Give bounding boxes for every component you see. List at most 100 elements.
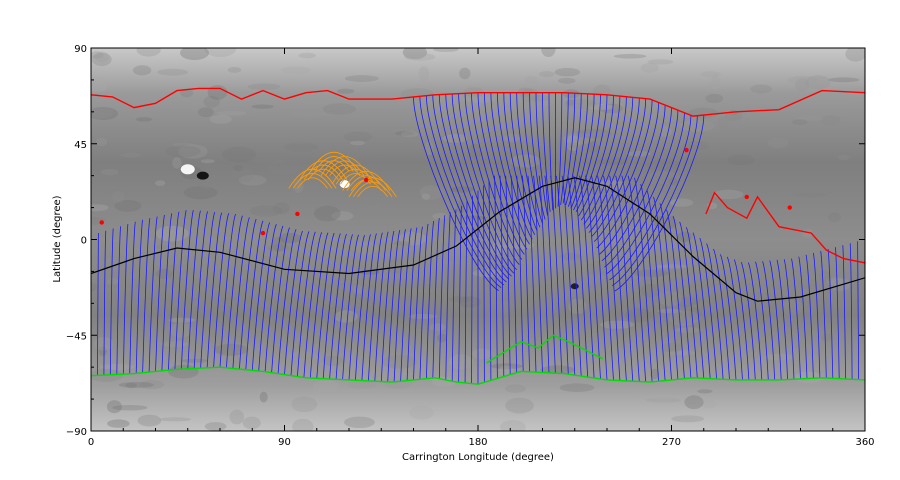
texture-spot	[505, 384, 526, 393]
texture-spot	[472, 348, 492, 360]
x-axis-label: Carrington Longitude (degree)	[402, 452, 554, 463]
texture-spot	[273, 202, 290, 214]
texture-spot	[566, 99, 575, 106]
x-tick-label: 360	[855, 437, 874, 448]
texture-spot	[504, 133, 520, 143]
texture-spot	[530, 94, 550, 102]
texture-spot	[291, 396, 318, 413]
texture-spot	[91, 204, 109, 212]
texture-spot	[242, 416, 261, 430]
texture-spot	[711, 74, 720, 91]
texture-spot	[155, 180, 166, 187]
active-region-negative	[196, 171, 209, 180]
y-tick-label: 90	[74, 44, 87, 55]
texture-spot	[313, 205, 341, 222]
active-region-positive	[180, 164, 195, 175]
synoptic-map-chart: 0 90 180 270 360 −90 −45 0 45 90 Carrington Longi…	[52, 44, 875, 463]
texture-spot	[404, 53, 436, 61]
texture-spot	[408, 313, 438, 319]
texture-spot	[541, 48, 556, 57]
x-tick-label: 180	[468, 437, 487, 448]
texture-spot	[684, 395, 704, 410]
texture-spot	[391, 221, 426, 235]
texture-spot	[409, 405, 434, 420]
texture-spot	[347, 381, 377, 389]
texture-spot	[259, 391, 268, 403]
texture-spot	[688, 149, 723, 156]
texture-spot	[845, 48, 865, 62]
texture-spot	[791, 119, 808, 126]
texture-spot	[437, 333, 447, 343]
y-tick-label: −90	[66, 427, 87, 438]
texture-spot	[713, 189, 744, 200]
texture-spot	[247, 83, 281, 91]
texture-spot	[135, 117, 153, 122]
texture-spot	[280, 66, 311, 74]
texture-spot	[337, 88, 355, 94]
texture-spot	[287, 351, 318, 362]
texture-spot	[767, 137, 789, 149]
texture-spot	[91, 52, 112, 67]
texture-spot	[233, 165, 243, 172]
texture-spot	[668, 350, 696, 356]
texture-spot	[554, 67, 581, 77]
texture-spot	[344, 75, 379, 82]
y-axis-label: Latitude (degree)	[52, 195, 63, 282]
texture-spot	[312, 380, 340, 393]
texture-spot	[198, 107, 214, 117]
positive-polarity-spot	[295, 211, 300, 217]
texture-spot	[221, 146, 257, 163]
texture-spot	[368, 204, 380, 212]
texture-spot	[165, 145, 201, 158]
texture-spot	[284, 142, 318, 152]
texture-spot	[111, 191, 125, 203]
texture-spot	[429, 323, 446, 332]
texture-spot	[764, 353, 794, 361]
texture-spot	[227, 67, 242, 73]
texture-spot	[559, 383, 595, 393]
positive-polarity-spot	[744, 194, 749, 200]
texture-spot	[290, 108, 327, 119]
texture-spot	[787, 76, 818, 85]
texture-spot	[459, 67, 471, 80]
texture-spot	[828, 212, 841, 223]
texture-spot	[750, 84, 772, 94]
texture-spot	[132, 65, 152, 76]
texture-spot	[107, 419, 130, 428]
texture-spot	[106, 400, 122, 414]
texture-spot	[524, 75, 538, 86]
x-tick-label: 90	[278, 437, 291, 448]
texture-spot	[705, 93, 724, 104]
texture-spot	[298, 52, 316, 59]
texture-spot	[204, 422, 227, 431]
texture-spot	[432, 212, 448, 220]
texture-spot	[702, 400, 717, 409]
texture-spot	[106, 277, 119, 285]
positive-polarity-spot	[260, 230, 266, 236]
texture-spot	[613, 53, 647, 59]
texture-spot	[160, 341, 190, 348]
texture-spot	[165, 308, 179, 314]
y-tick-label: 45	[74, 140, 87, 151]
texture-spot	[688, 107, 719, 119]
texture-spot	[251, 104, 274, 109]
texture-spot	[576, 128, 612, 139]
texture-spot	[99, 257, 128, 271]
texture-spot	[120, 152, 143, 158]
texture-spot	[674, 327, 703, 333]
texture-spot	[640, 283, 660, 298]
texture-spot	[393, 241, 411, 246]
texture-spot	[350, 140, 365, 146]
texture-spot	[381, 355, 418, 369]
texture-spot	[400, 131, 419, 138]
texture-spot	[500, 420, 526, 431]
texture-spot	[505, 397, 534, 414]
texture-spot	[91, 107, 114, 119]
texture-spot	[700, 71, 722, 78]
texture-spot	[267, 159, 302, 175]
texture-spot	[727, 154, 755, 166]
texture-spot	[100, 168, 119, 176]
texture-spot	[464, 154, 475, 167]
texture-spot	[292, 418, 314, 431]
texture-spot	[539, 71, 555, 78]
